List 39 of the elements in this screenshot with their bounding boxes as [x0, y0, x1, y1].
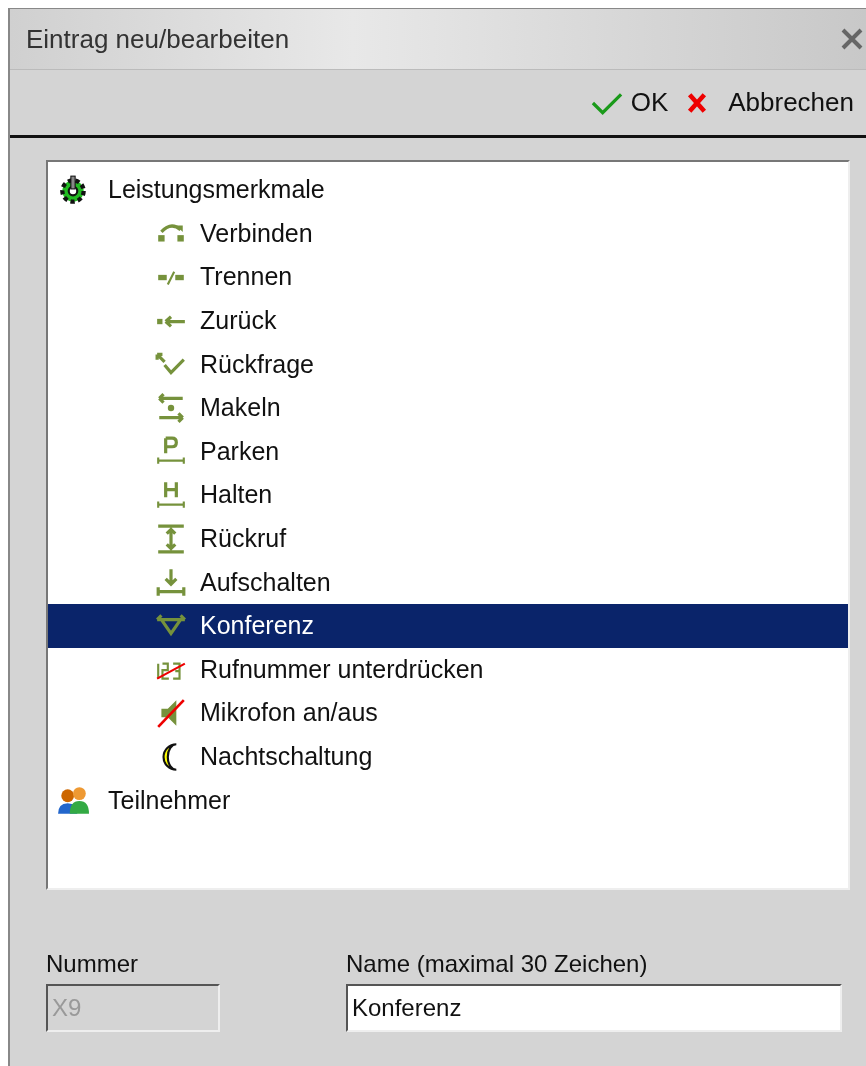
- tree-item-label: Mikrofon an/aus: [200, 698, 378, 728]
- tree-item[interactable]: Halten: [48, 473, 848, 517]
- cross-icon: [686, 91, 709, 114]
- tree-item-label: Rückfrage: [200, 349, 314, 379]
- tree-item[interactable]: Konferenz: [48, 603, 848, 648]
- tree-item-label: Nachtschaltung: [200, 742, 373, 771]
- tree-item[interactable]: Leistungsmerkmale: [48, 168, 848, 212]
- phone-feature-icon: [154, 566, 188, 599]
- tree-item[interactable]: Parken: [48, 429, 848, 474]
- tree-item-label: Halten: [200, 480, 273, 510]
- tree-item-label: Rückruf: [200, 524, 287, 554]
- tree-item-label: Zurück: [200, 306, 277, 336]
- tree-item-label: Trennen: [200, 262, 293, 292]
- close-icon[interactable]: [840, 27, 864, 51]
- tree-item-label: Rufnummer unterdrücken: [200, 654, 484, 684]
- tree-item[interactable]: Aufschalten: [48, 560, 848, 604]
- tree-item[interactable]: Trennen: [48, 255, 848, 299]
- ok-button[interactable]: OK: [586, 85, 671, 120]
- cancel-button[interactable]: Abbrechen: [684, 85, 856, 120]
- tree-item-label: Verbinden: [200, 218, 313, 248]
- tree-item[interactable]: Nachtschaltung: [48, 734, 848, 779]
- tree-item-label: Konferenz: [200, 611, 314, 641]
- tree-item-label: Leistungsmerkmale: [108, 175, 325, 205]
- tree-item[interactable]: Zurück: [48, 298, 848, 343]
- tree-item[interactable]: Rufnummer unterdrücken: [48, 647, 848, 692]
- tree-item-label: Makeln: [200, 393, 281, 423]
- tree-item[interactable]: Teilnehmer: [48, 778, 848, 822]
- window-title: Eintrag neu/bearbeiten: [26, 23, 290, 55]
- tree-item[interactable]: Makeln: [48, 385, 848, 430]
- tree-item-label: Parken: [200, 436, 280, 466]
- tree-item[interactable]: Mikrofon an/aus: [48, 691, 848, 735]
- tree-item-label: Aufschalten: [200, 567, 331, 597]
- name-field[interactable]: Konferenz: [346, 984, 842, 1032]
- tree-item[interactable]: Rückfrage: [48, 342, 848, 386]
- field-label: Name (maximal 30 Zeichen): [346, 950, 649, 978]
- tree-item[interactable]: Verbinden: [48, 211, 848, 256]
- field-label: Nummer: [46, 950, 139, 978]
- tree-item-label: Teilnehmer: [108, 785, 231, 815]
- tree-item[interactable]: Rückruf: [48, 516, 848, 561]
